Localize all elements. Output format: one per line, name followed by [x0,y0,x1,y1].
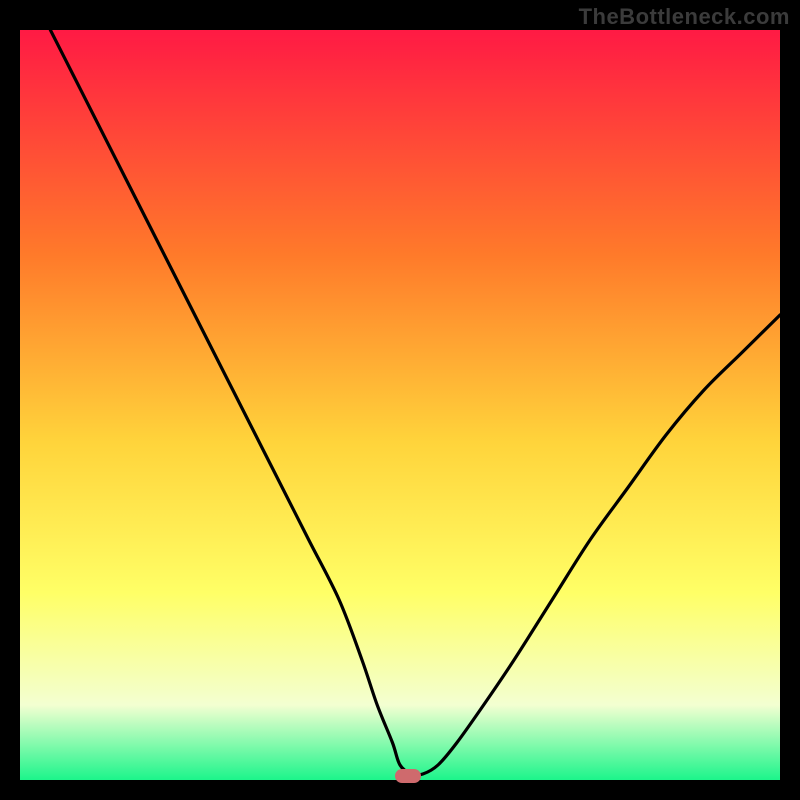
attribution-text: TheBottleneck.com [579,4,790,30]
gradient-background [20,30,780,780]
chart-svg [20,30,780,780]
bottleneck-marker [395,769,421,783]
chart-frame: TheBottleneck.com [0,0,800,800]
plot-area [20,30,780,780]
